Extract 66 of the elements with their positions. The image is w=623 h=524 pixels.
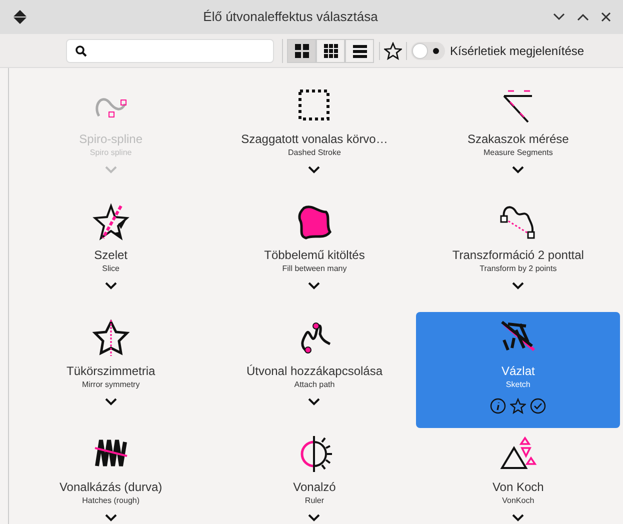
effect-title: Vázlat xyxy=(501,364,535,379)
effect-title: Útvonal hozzákapcsolása xyxy=(246,364,383,379)
effect-card[interactable]: Szelet Slice xyxy=(9,196,213,312)
chevron-icon[interactable] xyxy=(104,282,117,290)
effect-card[interactable]: Vonalzó Ruler xyxy=(212,428,416,524)
effect-title: Többelemű kitöltés xyxy=(264,248,365,263)
star-icon[interactable] xyxy=(510,398,526,414)
star-icon xyxy=(90,318,131,358)
chevron-icon[interactable] xyxy=(308,282,320,290)
list-icon xyxy=(352,44,366,58)
effect-card[interactable]: Tükörszimmetria Mirror symmetry xyxy=(9,312,213,428)
effect-card[interactable]: Vonalkázás (durva) Hatches (rough) xyxy=(9,428,213,524)
effect-title: Von Koch xyxy=(492,480,544,495)
effect-title: Tükörszimmetria xyxy=(66,364,156,379)
chevron-icon[interactable] xyxy=(308,398,320,406)
info-icon[interactable] xyxy=(490,398,506,414)
chevron-icon[interactable] xyxy=(512,514,524,522)
effect-title: Szelet xyxy=(94,248,128,263)
effect-subtitle: Spiro spline xyxy=(90,147,132,159)
star-icon[interactable] xyxy=(384,42,402,60)
effect-subtitle: Attach path xyxy=(294,379,335,391)
effect-title: Szakaszok mérése xyxy=(467,132,569,147)
effect-card[interactable]: Szaggatott vonalas körvo… Dashed Stroke xyxy=(212,80,416,196)
effect-card[interactable]: Von Koch VonKoch xyxy=(416,428,620,524)
chevron-icon[interactable] xyxy=(104,514,117,522)
effect-title: Szaggatott vonalas körvo… xyxy=(241,132,388,147)
chevron-icon[interactable] xyxy=(308,514,320,522)
view-mode-button[interactable] xyxy=(287,38,316,62)
grid-small-icon xyxy=(324,44,338,58)
effect-subtitle: Dashed Stroke xyxy=(288,147,341,159)
effect-card[interactable]: Vázlat Sketch xyxy=(416,312,620,428)
effect-title: Vonalzó xyxy=(293,480,336,495)
grid-large-icon xyxy=(294,44,308,58)
effect-card[interactable]: Útvonal hozzákapcsolása Attach path xyxy=(212,312,416,428)
effect-subtitle: Hatches (rough) xyxy=(82,495,140,507)
effect-card[interactable]: Többelemű kitöltés Fill between many xyxy=(212,196,416,312)
effect-subtitle: Mirror symmetry xyxy=(82,379,140,391)
effect-card[interactable]: Szakaszok mérése Measure Segments xyxy=(416,80,620,196)
effect-title: Transzformáció 2 ponttal xyxy=(452,248,584,263)
chevron-icon[interactable] xyxy=(512,166,524,174)
chevron-icon[interactable] xyxy=(308,166,320,174)
effect-subtitle: Sketch xyxy=(506,379,530,391)
view-mode-button[interactable] xyxy=(345,38,374,62)
effect-subtitle: VonKoch xyxy=(502,495,534,507)
minimize-icon[interactable] xyxy=(553,13,565,21)
effect-title: Spiro-spline xyxy=(79,132,143,147)
effect-subtitle: Fill between many xyxy=(282,263,347,275)
check-circle-icon[interactable] xyxy=(530,398,546,414)
chevron-icon[interactable] xyxy=(512,282,524,290)
effect-subtitle: Ruler xyxy=(304,495,324,507)
effect-card[interactable]: Transzformáció 2 ponttal Transform by 2 points xyxy=(416,196,620,312)
close-icon[interactable] xyxy=(601,12,611,22)
effect-title: Vonalkázás (durva) xyxy=(59,480,162,495)
effect-subtitle: Transform by 2 points xyxy=(480,263,557,275)
chevron-icon[interactable] xyxy=(104,398,117,406)
view-mode-button[interactable] xyxy=(316,38,345,62)
effect-subtitle: Measure Segments xyxy=(483,147,553,159)
sliced-star-icon xyxy=(90,202,131,242)
search-field[interactable] xyxy=(66,38,274,62)
search-icon xyxy=(75,44,87,56)
app-logo-icon xyxy=(12,9,28,25)
window-title: Élő útvonaleffektus választása xyxy=(202,8,379,26)
toggle-label: Kísérletiek megjelenítése xyxy=(450,42,584,60)
toggle-switch[interactable] xyxy=(411,42,445,60)
effect-subtitle: Slice xyxy=(102,263,120,275)
maximize-icon[interactable] xyxy=(577,13,589,21)
